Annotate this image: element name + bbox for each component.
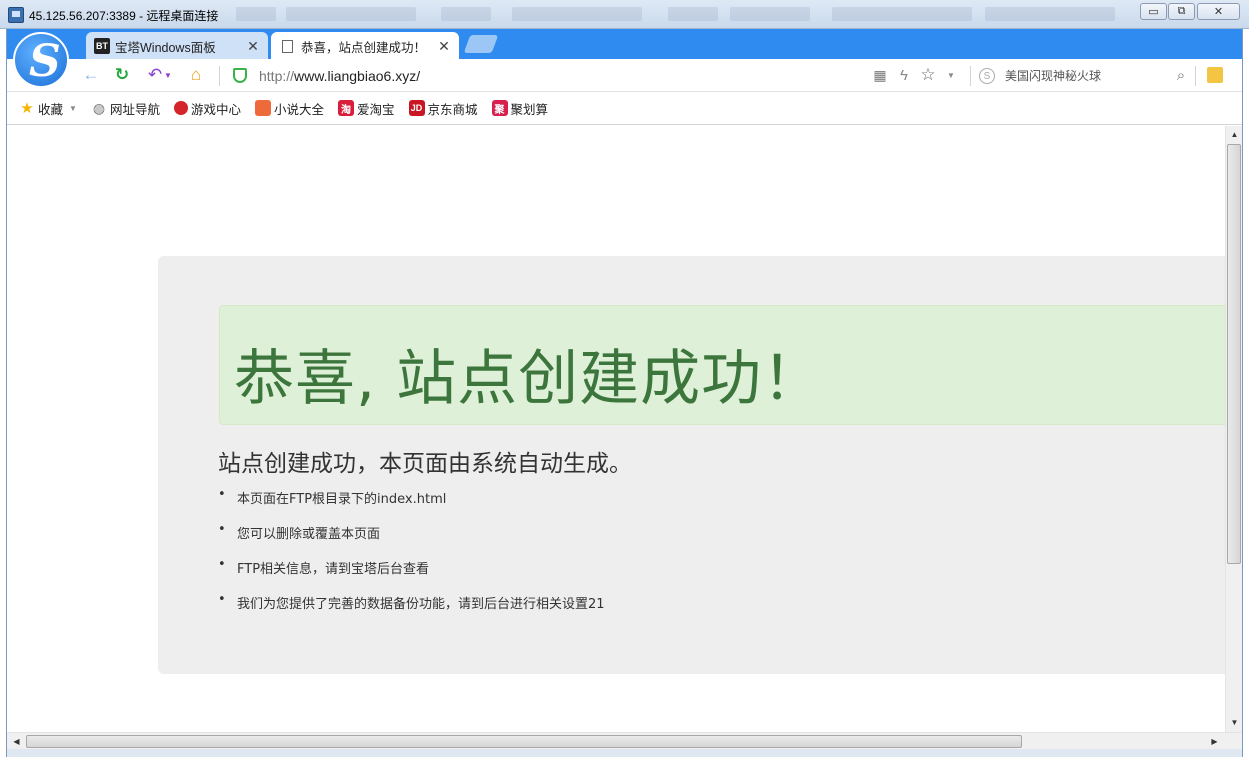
list-item: FTP相关信息，请到宝塔后台查看	[218, 557, 605, 593]
bookmark-favorites[interactable]: ★ 收藏 ▼	[19, 99, 77, 118]
success-alert: 恭喜, 站点创建成功！	[219, 305, 1225, 425]
star-icon[interactable]: ☆	[918, 65, 938, 85]
url-host: www.liangbiao6.xyz/	[294, 68, 421, 84]
page-subtitle: 站点创建成功，本页面由系统自动生成。	[218, 451, 632, 477]
browser-window: BT 宝塔Windows面板 ✕ 恭喜，站点创建成功！ ✕ ← ↻ ↶ ▼ ⌂ …	[6, 29, 1243, 757]
close-icon: ✕	[1213, 6, 1224, 18]
chevron-down-icon[interactable]: ▼	[945, 65, 957, 85]
bookmark-taobao[interactable]: 淘 爱淘宝	[337, 99, 395, 118]
list-item: 我们为您提供了完善的数据备份功能，请到后台进行相关设置21	[218, 592, 605, 628]
bt-favicon-icon: BT	[94, 38, 110, 54]
vertical-scroll-thumb[interactable]	[1227, 144, 1241, 564]
chevron-down-icon[interactable]: ▼	[163, 65, 173, 85]
bookmark-label: 聚划算	[510, 102, 549, 117]
scroll-right-icon[interactable]: ▶	[1207, 734, 1222, 749]
bookmarks-bar: ★ 收藏 ▼ ◍ 网址导航 游戏中心 小说大全 淘 爱淘宝 JD 京东商城 聚 …	[7, 92, 1242, 125]
address-bar[interactable]: http://www.liangbiao6.xyz/	[259, 68, 420, 84]
jumbotron: 恭喜, 站点创建成功！ 站点创建成功，本页面由系统自动生成。 本页面在FTP根目…	[158, 256, 1225, 674]
qr-code-icon[interactable]: ▦	[870, 65, 890, 85]
tab-baota-panel[interactable]: BT 宝塔Windows面板 ✕	[86, 32, 268, 60]
browser-logo-icon[interactable]	[13, 32, 69, 88]
remote-desktop-titlebar: 45.125.56.207:3389 - 远程桌面连接 ▭ ⧉ ✕	[0, 0, 1249, 29]
taskbar-ghost	[985, 7, 1115, 21]
bookmark-label: 爱淘宝	[356, 102, 395, 117]
juhuasuan-icon: 聚	[491, 100, 508, 116]
divider	[970, 66, 971, 86]
new-tab-button[interactable]	[463, 35, 499, 53]
search-engine-icon[interactable]: S	[979, 68, 995, 84]
restore-icon: ⧉	[1177, 5, 1186, 17]
bookmark-label: 京东商城	[427, 102, 478, 117]
bookmark-label: 网址导航	[109, 102, 160, 117]
tab-label: 恭喜，站点创建成功！	[301, 40, 427, 55]
info-list: 本页面在FTP根目录下的index.html 您可以删除或覆盖本页面 FTP相关…	[218, 487, 605, 628]
divider	[219, 66, 220, 86]
page-favicon-icon	[282, 39, 293, 53]
bookmark-label: 小说大全	[273, 102, 324, 117]
taskbar-ghost	[286, 7, 416, 21]
bookmark-nav[interactable]: ◍ 网址导航	[91, 99, 160, 118]
game-icon	[173, 101, 188, 115]
navigation-toolbar: ← ↻ ↶ ▼ ⌂ http://www.liangbiao6.xyz/ ▦ ϟ…	[7, 59, 1242, 92]
tab-label: 宝塔Windows面板	[115, 40, 216, 55]
home-icon[interactable]: ⌂	[186, 65, 206, 85]
tab-close-icon[interactable]: ✕	[246, 38, 260, 55]
taskbar-ghost	[236, 7, 276, 21]
bookmark-label: 收藏	[38, 102, 64, 117]
search-input[interactable]	[1005, 66, 1165, 86]
window-bottom-border	[7, 749, 1242, 757]
undo-close-tab-icon[interactable]: ↶	[145, 65, 165, 85]
restore-button[interactable]: ⧉	[1168, 3, 1195, 20]
horizontal-scroll-thumb[interactable]	[26, 735, 1022, 748]
jd-icon: JD	[408, 100, 425, 116]
search-icon[interactable]: ⌕	[1171, 65, 1191, 85]
tab-close-icon[interactable]: ✕	[437, 38, 451, 55]
taskbar-ghost	[668, 7, 718, 21]
taobao-icon: 淘	[337, 100, 354, 116]
bookmark-games[interactable]: 游戏中心	[173, 99, 241, 118]
star-icon: ★	[20, 100, 34, 117]
taskbar-ghost	[512, 7, 642, 21]
bookmark-label: 游戏中心	[190, 102, 241, 117]
taskbar-ghost	[730, 7, 810, 21]
divider	[1195, 66, 1196, 86]
url-scheme: http://	[259, 68, 295, 84]
page-title: 恭喜, 站点创建成功！	[234, 344, 824, 414]
refresh-icon[interactable]: ↻	[112, 65, 132, 85]
window-title: 45.125.56.207:3389 - 远程桌面连接	[29, 9, 219, 23]
remote-desktop-icon	[8, 7, 24, 23]
back-arrow-icon[interactable]: ←	[81, 65, 101, 85]
list-item: 本页面在FTP根目录下的index.html	[218, 487, 605, 523]
list-item: 您可以删除或覆盖本页面	[218, 522, 605, 558]
security-shield-icon[interactable]	[233, 68, 247, 83]
page-viewport: 恭喜, 站点创建成功！ 站点创建成功，本页面由系统自动生成。 本页面在FTP根目…	[7, 126, 1225, 732]
minimize-icon: ▭	[1148, 6, 1159, 18]
book-icon	[254, 100, 271, 116]
tab-strip: BT 宝塔Windows面板 ✕ 恭喜，站点创建成功！ ✕	[7, 29, 1242, 88]
extension-icon[interactable]	[1207, 67, 1223, 83]
vertical-scrollbar[interactable]: ▲ ▼	[1225, 126, 1242, 732]
tab-site-created[interactable]: 恭喜，站点创建成功！ ✕	[271, 32, 459, 60]
chevron-down-icon: ▼	[69, 103, 77, 113]
taskbar-ghost	[441, 7, 491, 21]
close-window-button[interactable]: ✕	[1197, 3, 1240, 20]
horizontal-scrollbar[interactable]: ◀ ▶	[7, 732, 1242, 749]
scroll-down-icon[interactable]: ▼	[1227, 715, 1242, 730]
bookmark-jd[interactable]: JD 京东商城	[408, 99, 478, 118]
scroll-left-icon[interactable]: ◀	[9, 734, 24, 749]
lightning-icon[interactable]: ϟ	[894, 65, 914, 85]
minimize-button[interactable]: ▭	[1140, 3, 1167, 20]
taskbar-ghost	[832, 7, 972, 21]
globe-icon: ◍	[92, 99, 106, 116]
bookmark-juhuasuan[interactable]: 聚 聚划算	[491, 99, 549, 118]
scroll-up-icon[interactable]: ▲	[1227, 127, 1242, 142]
bookmark-novels[interactable]: 小说大全	[254, 99, 324, 118]
